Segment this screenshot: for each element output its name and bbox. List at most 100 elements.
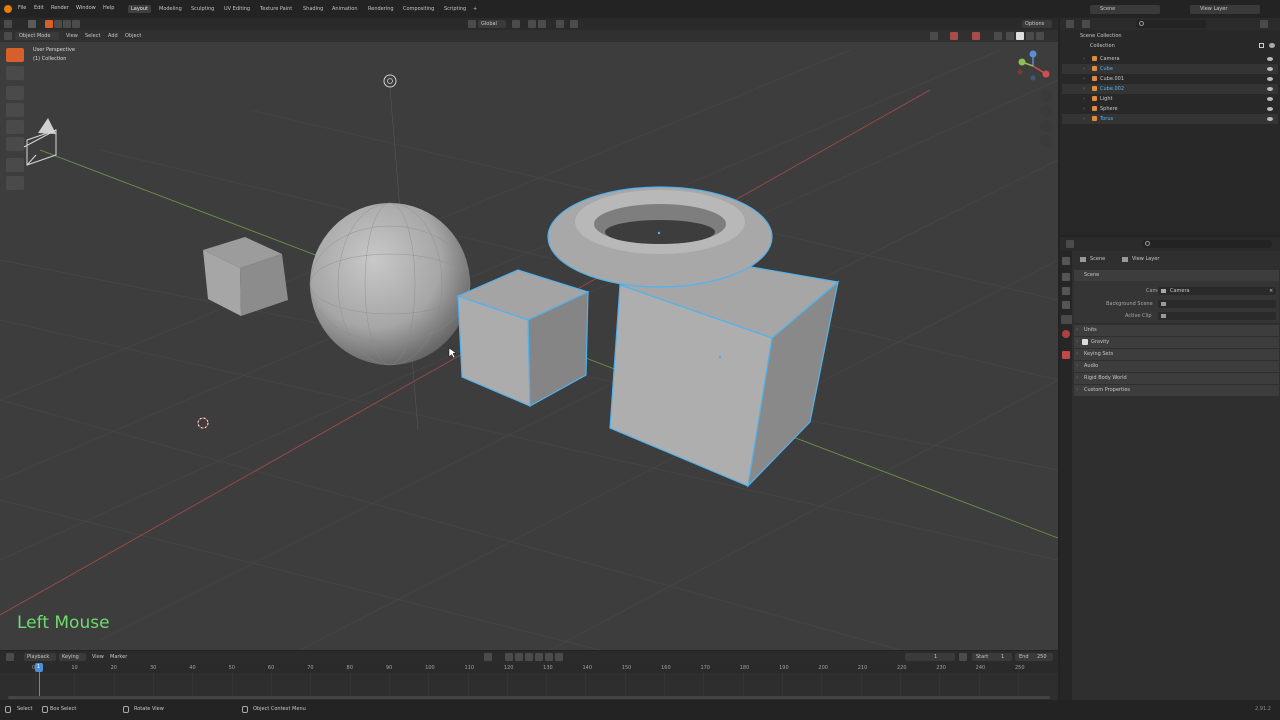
cube-002-object[interactable] <box>609 264 840 488</box>
world-tab-icon[interactable] <box>1062 330 1070 338</box>
start-frame-field[interactable]: Start 1 <box>972 653 1012 661</box>
current-frame-field[interactable]: 1 <box>905 653 955 661</box>
rendered-shading-icon[interactable] <box>1036 32 1044 40</box>
cube-object[interactable] <box>456 269 590 408</box>
cube-001-object[interactable] <box>203 237 288 316</box>
select-tool-icon[interactable] <box>28 20 36 28</box>
subpanel-keying-sets[interactable]: › Keying Sets <box>1074 349 1279 360</box>
overlays-icon[interactable] <box>972 32 980 40</box>
snap-target-icon[interactable] <box>538 20 546 28</box>
collection-checkbox[interactable] <box>1259 43 1264 48</box>
timeline-area[interactable]: 0 10 20 30 40 50 60 70 80 90 100 110 120 130 140 150 160… <box>0 663 1058 700</box>
menu-object[interactable]: Object <box>125 34 141 39</box>
tab-texture-paint[interactable]: Texture Paint <box>257 5 295 13</box>
background-scene-field[interactable] <box>1158 300 1276 308</box>
timeline-editor-icon[interactable] <box>6 653 14 661</box>
outliner-editor-icon[interactable] <box>1066 20 1074 28</box>
subpanel-rigid-body-world[interactable]: › Rigid Body World <box>1074 373 1279 384</box>
tool-tab-icon[interactable] <box>1062 257 1070 265</box>
add-workspace-button[interactable]: + <box>470 5 480 13</box>
expand-arrow-icon[interactable]: › <box>1083 67 1085 72</box>
play-reverse-icon[interactable] <box>525 653 533 661</box>
subpanel-units[interactable]: › Units <box>1074 325 1279 336</box>
outliner-item-camera[interactable]: › Camera <box>1062 54 1278 64</box>
jump-end-icon[interactable] <box>555 653 563 661</box>
collection-label-outliner[interactable]: Collection <box>1090 44 1115 49</box>
jump-start-icon[interactable] <box>505 653 513 661</box>
tab-uv-editing[interactable]: UV Editing <box>221 5 253 13</box>
timeline-scrollbar[interactable] <box>8 696 1050 699</box>
expand-arrow-icon[interactable]: › <box>1083 87 1085 92</box>
collapse-arrow-icon[interactable]: › <box>1076 352 1078 357</box>
measure-tool-icon[interactable] <box>6 176 24 190</box>
playhead-marker[interactable]: 1 <box>35 663 43 672</box>
mode-dropdown[interactable]: Object Mode <box>15 32 59 40</box>
collapse-arrow-icon[interactable]: › <box>1076 376 1078 381</box>
scale-tool-icon[interactable] <box>6 120 24 134</box>
clear-camera-icon[interactable]: × <box>1269 289 1273 294</box>
visibility-icon[interactable] <box>930 32 938 40</box>
proportional-edit-icon[interactable] <box>556 20 564 28</box>
tab-scripting[interactable]: Scripting <box>441 5 469 13</box>
record-icon[interactable] <box>484 653 492 661</box>
scene-tab-icon[interactable] <box>1061 315 1072 324</box>
expand-arrow-icon[interactable]: › <box>1083 97 1085 102</box>
rotate-tool-icon[interactable] <box>6 103 24 117</box>
editor-type-icon[interactable] <box>4 20 12 28</box>
3d-viewport[interactable]: User Perspective (1) Collection Left Mou… <box>0 42 1058 650</box>
xray-icon[interactable] <box>994 32 1002 40</box>
scene-selector[interactable]: Scene <box>1090 5 1160 14</box>
zoom-icon[interactable] <box>1040 90 1052 102</box>
scene-panel-header[interactable]: Scene <box>1074 270 1279 281</box>
output-tab-icon[interactable] <box>1062 287 1070 295</box>
expand-arrow-icon[interactable]: › <box>1083 117 1085 122</box>
menu-view[interactable]: View <box>66 34 78 39</box>
outliner[interactable]: Scene Collection Collection › Camera › Cube… <box>1060 30 1280 235</box>
menu-add[interactable]: Add <box>108 34 118 39</box>
outliner-item-light[interactable]: › Light <box>1062 94 1278 104</box>
wireframe-shading-icon[interactable] <box>1006 32 1014 40</box>
eye-icon[interactable] <box>1267 97 1273 101</box>
tab-animation[interactable]: Animation <box>329 5 361 13</box>
outliner-item-cube-002[interactable]: › Cube.002 <box>1062 84 1278 94</box>
material-shading-icon[interactable] <box>1026 32 1034 40</box>
tab-sculpting[interactable]: Sculpting <box>188 5 217 13</box>
pivot-point-icon[interactable] <box>512 20 520 28</box>
gravity-checkbox[interactable] <box>1082 339 1088 345</box>
properties-editor-icon[interactable] <box>1066 240 1074 248</box>
cursor-tool-icon[interactable] <box>6 66 24 80</box>
menu-window[interactable]: Window <box>76 6 96 11</box>
proportional-falloff-icon[interactable] <box>570 20 578 28</box>
eye-icon[interactable] <box>1267 117 1273 121</box>
menu-edit[interactable]: Edit <box>34 6 44 11</box>
expand-arrow-icon[interactable]: › <box>1083 77 1085 82</box>
transform-tool-icon[interactable] <box>6 137 24 151</box>
sphere-object[interactable] <box>309 202 471 366</box>
preview-range-icon[interactable] <box>959 653 967 661</box>
gizmo-icon[interactable] <box>950 32 958 40</box>
camera-object[interactable] <box>21 118 57 166</box>
collapse-arrow-icon[interactable]: › <box>1076 388 1078 393</box>
tab-compositing[interactable]: Compositing <box>400 5 437 13</box>
playback-dropdown[interactable]: Playback <box>24 653 56 661</box>
filter-icon[interactable] <box>1260 20 1268 28</box>
move-tool-icon[interactable] <box>6 86 24 100</box>
outliner-item-torus[interactable]: › Torus <box>1062 114 1278 124</box>
eye-icon[interactable] <box>1267 57 1273 61</box>
collapse-arrow-icon[interactable]: › <box>1076 328 1078 333</box>
select-mode-extend-icon[interactable] <box>54 20 62 28</box>
tab-modeling[interactable]: Modeling <box>156 5 185 13</box>
properties-search-input[interactable] <box>1142 240 1272 248</box>
select-box-tool-icon[interactable] <box>6 48 24 62</box>
view-layer-selector[interactable]: View Layer <box>1190 5 1260 14</box>
eye-icon[interactable] <box>1267 87 1273 91</box>
blender-logo-icon[interactable] <box>4 5 12 13</box>
eye-icon[interactable] <box>1267 107 1273 111</box>
keying-dropdown[interactable]: Keying <box>59 653 86 661</box>
display-mode-icon[interactable] <box>1082 20 1090 28</box>
timeline-menu-marker[interactable]: Marker <box>110 655 127 660</box>
eye-icon[interactable] <box>1267 77 1273 81</box>
subpanel-gravity[interactable]: › Gravity <box>1074 337 1279 348</box>
select-mode-new-icon[interactable] <box>45 20 53 28</box>
light-object[interactable] <box>383 74 397 88</box>
